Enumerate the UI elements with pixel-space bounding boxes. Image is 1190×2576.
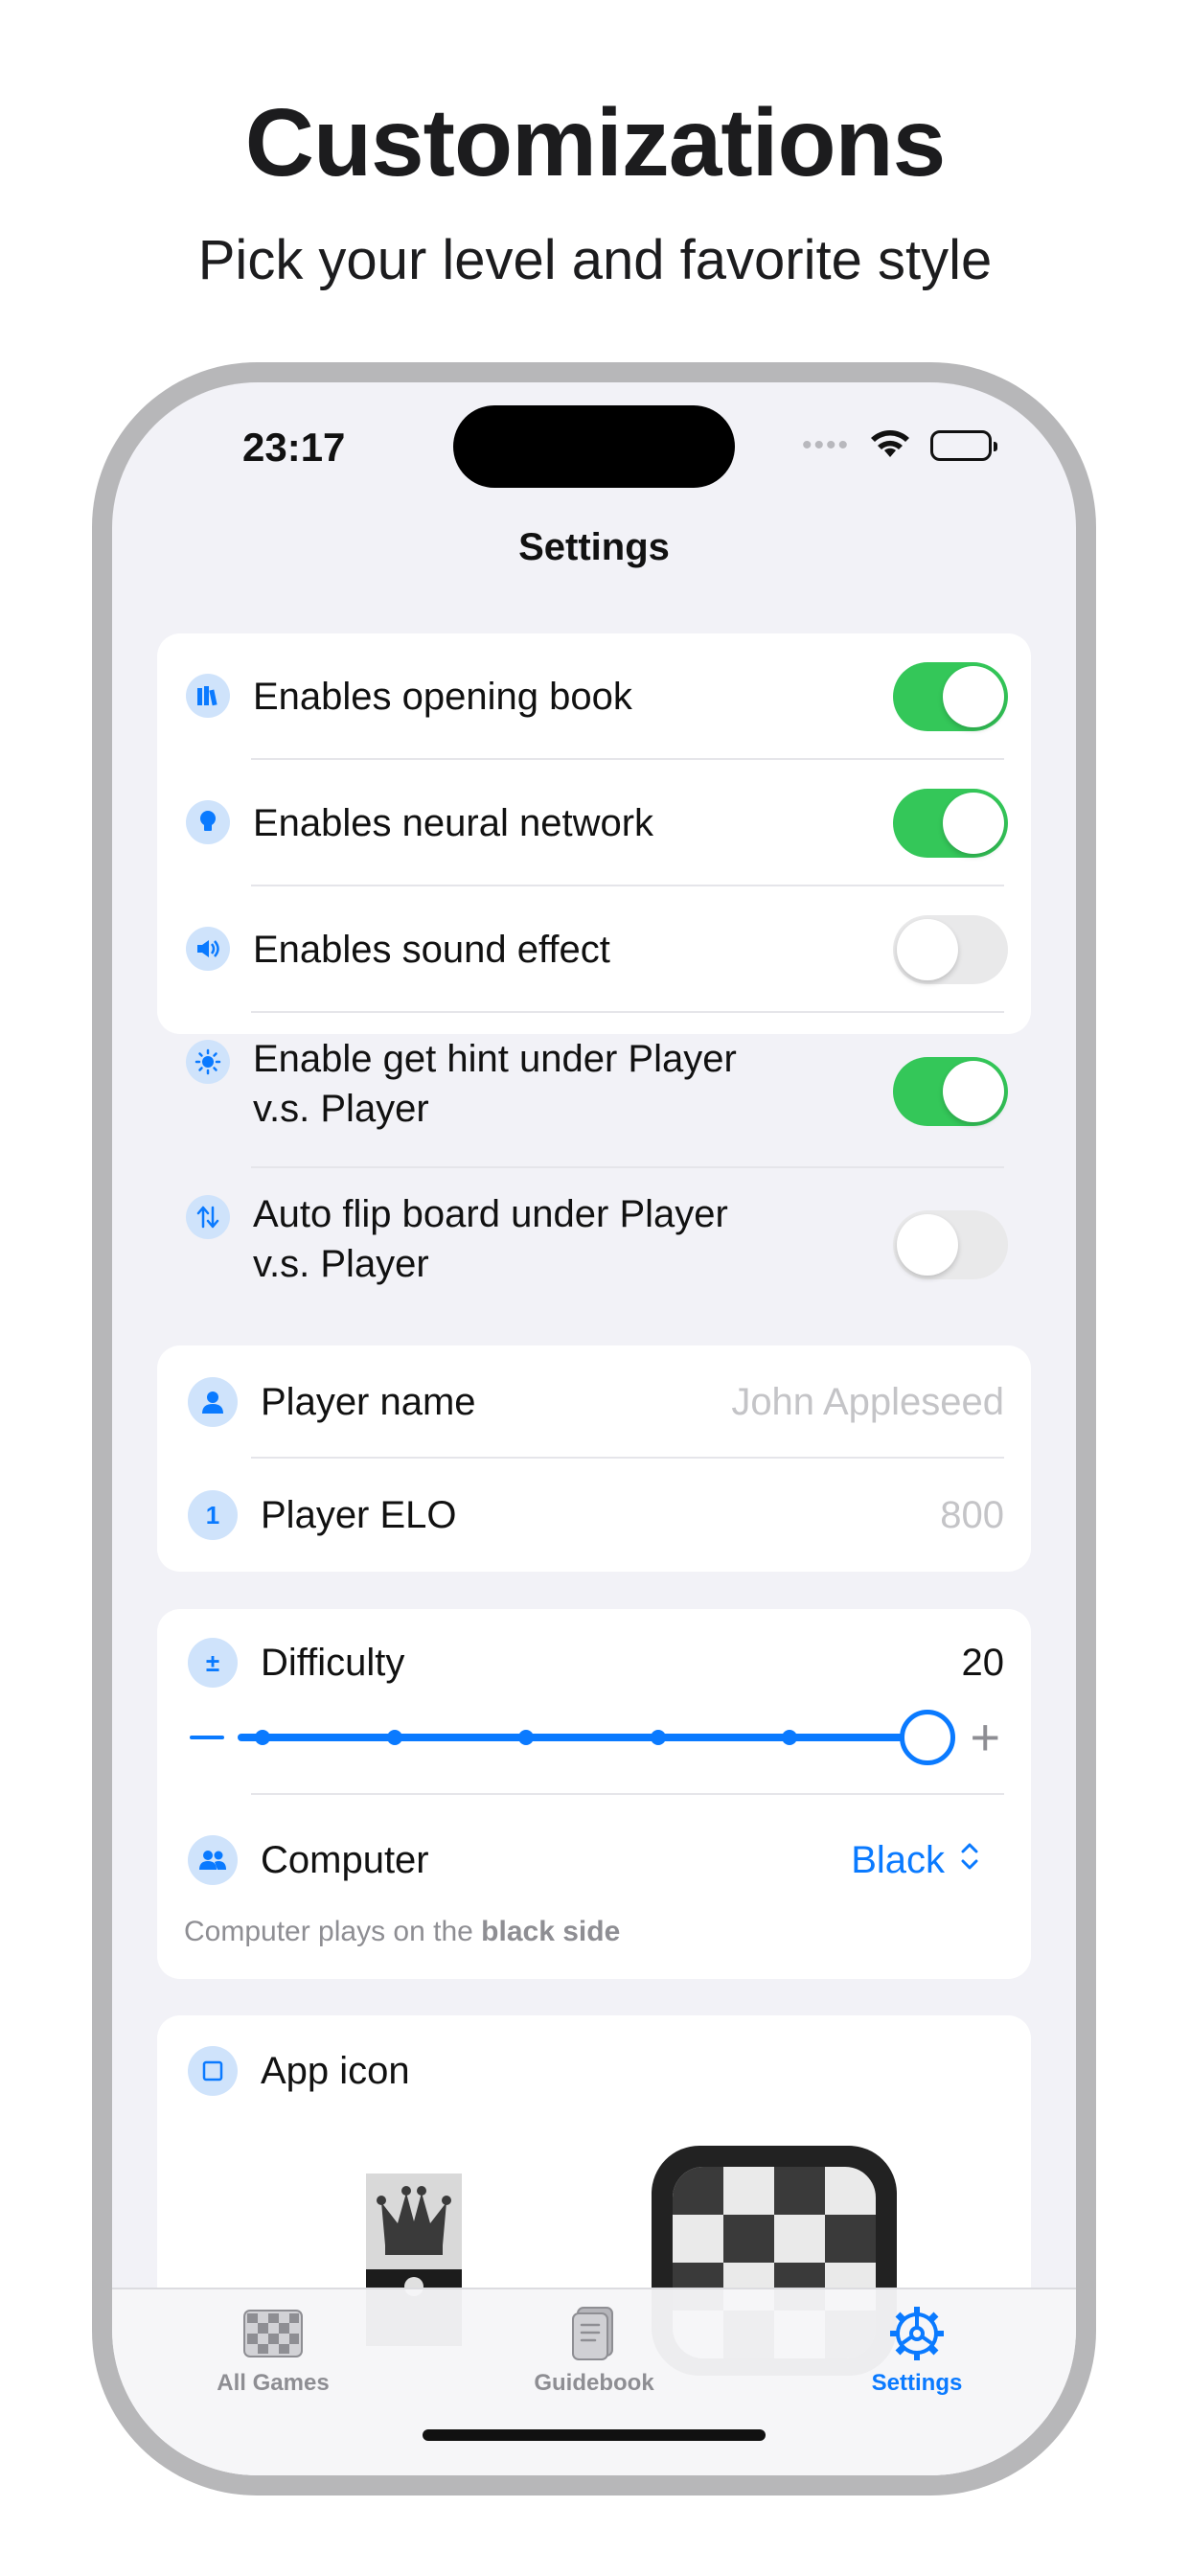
toggle-label: Enables opening book	[253, 676, 632, 718]
toggle-label-line1: Enable get hint under Player	[253, 1038, 737, 1080]
player-card: Player name John Appleseed 1 Player ELO …	[157, 1346, 1031, 1572]
player-elo-row[interactable]: 1 Player ELO 800	[157, 1459, 1031, 1572]
signal-dots: ••••	[801, 429, 850, 461]
toggle-row-neural-network[interactable]: Enables neural network	[157, 760, 1031, 886]
sun-icon	[186, 1040, 230, 1084]
gear-icon	[812, 2305, 1022, 2362]
toggle-row-get-hint[interactable]: Enable get hint under Player v.s. Player	[157, 1013, 1031, 1168]
flip-arrows-icon	[186, 1195, 230, 1239]
player-name-field[interactable]: John Appleseed	[731, 1377, 1004, 1427]
tab-label: All Games	[217, 2370, 330, 2396]
toggle-switch[interactable]	[893, 789, 1008, 858]
computer-label: Computer	[261, 1839, 429, 1881]
lightbulb-icon	[186, 800, 230, 844]
toggle-label-line2: v.s. Player	[253, 1243, 429, 1285]
tab-all-games[interactable]: All Games	[168, 2305, 378, 2397]
toggle-row-auto-flip[interactable]: Auto flip board under Player v.s. Player	[157, 1168, 1031, 1322]
toggle-switch[interactable]	[893, 1057, 1008, 1126]
slider-dot	[782, 1730, 797, 1745]
people-icon	[188, 1835, 238, 1885]
toggle-row-sound-effect[interactable]: Enables sound effect	[157, 886, 1031, 1013]
tab-bar: All Games Guidebook Settings	[112, 2288, 1076, 2475]
tab-label: Settings	[871, 2370, 963, 2396]
toggle-switch[interactable]	[893, 915, 1008, 984]
slider-minus-icon[interactable]	[190, 1736, 224, 1739]
toggle-switch[interactable]	[893, 662, 1008, 731]
plus-minus-icon: ±	[188, 1638, 238, 1688]
hero-subtitle: Pick your level and favorite style	[197, 229, 993, 291]
hero-title: Customizations	[244, 89, 946, 196]
player-elo-label: Player ELO	[261, 1494, 457, 1536]
computer-side-picker[interactable]: Black	[851, 1835, 981, 1885]
difficulty-label: Difficulty	[261, 1642, 405, 1684]
chevron-up-down-icon	[958, 1835, 981, 1885]
difficulty-card: ± Difficulty 20 + Computer Black Compute…	[157, 1609, 1031, 1979]
toggle-label: Enables sound effect	[253, 929, 610, 971]
player-name-row[interactable]: Player name John Appleseed	[157, 1346, 1031, 1459]
battery-icon	[930, 430, 997, 461]
toggle-label: Enables neural network	[253, 802, 654, 844]
phone-screen: 23:17 •••• Settings Enables opening book	[112, 382, 1076, 2475]
tab-label: Guidebook	[534, 2370, 654, 2396]
toggles-card: Enables opening book Enables neural netw…	[157, 633, 1031, 1285]
tab-guidebook[interactable]: Guidebook	[489, 2305, 699, 2397]
speaker-icon	[186, 927, 230, 971]
player-elo-field[interactable]: 800	[940, 1490, 1004, 1540]
slider-thumb[interactable]	[900, 1710, 955, 1765]
slider-track[interactable]	[238, 1734, 927, 1741]
difficulty-value: 20	[961, 1642, 1005, 1684]
books-icon	[186, 674, 230, 718]
divider	[251, 1793, 1004, 1795]
slider-dot	[518, 1730, 534, 1745]
toggle-label-line1: Auto flip board under Player	[253, 1193, 728, 1235]
slider-dot	[651, 1730, 666, 1745]
home-indicator	[423, 2429, 766, 2441]
player-name-label: Player name	[261, 1381, 476, 1423]
number-one-icon: 1	[188, 1490, 238, 1540]
checkerboard-icon	[168, 2305, 378, 2362]
toggle-label-line2: v.s. Player	[253, 1088, 429, 1130]
nav-title: Settings	[518, 526, 670, 568]
slider-dot	[387, 1730, 402, 1745]
book-icon	[489, 2305, 699, 2362]
square-icon	[188, 2046, 238, 2096]
status-time: 23:17	[242, 425, 346, 470]
tab-settings[interactable]: Settings	[812, 2305, 1022, 2397]
toggle-switch[interactable]	[893, 1210, 1008, 1279]
person-icon	[188, 1377, 238, 1427]
status-right: ••••	[801, 426, 997, 465]
computer-side-value: Black	[851, 1839, 945, 1881]
dynamic-island	[453, 405, 735, 488]
app-icon-label: App icon	[261, 2050, 410, 2092]
computer-footnote: Computer plays on the black side	[184, 1916, 621, 1947]
slider-plus-icon[interactable]: +	[970, 1712, 1000, 1763]
wifi-icon	[869, 427, 911, 465]
toggle-row-opening-book[interactable]: Enables opening book	[157, 633, 1031, 760]
slider-dot	[255, 1730, 270, 1745]
